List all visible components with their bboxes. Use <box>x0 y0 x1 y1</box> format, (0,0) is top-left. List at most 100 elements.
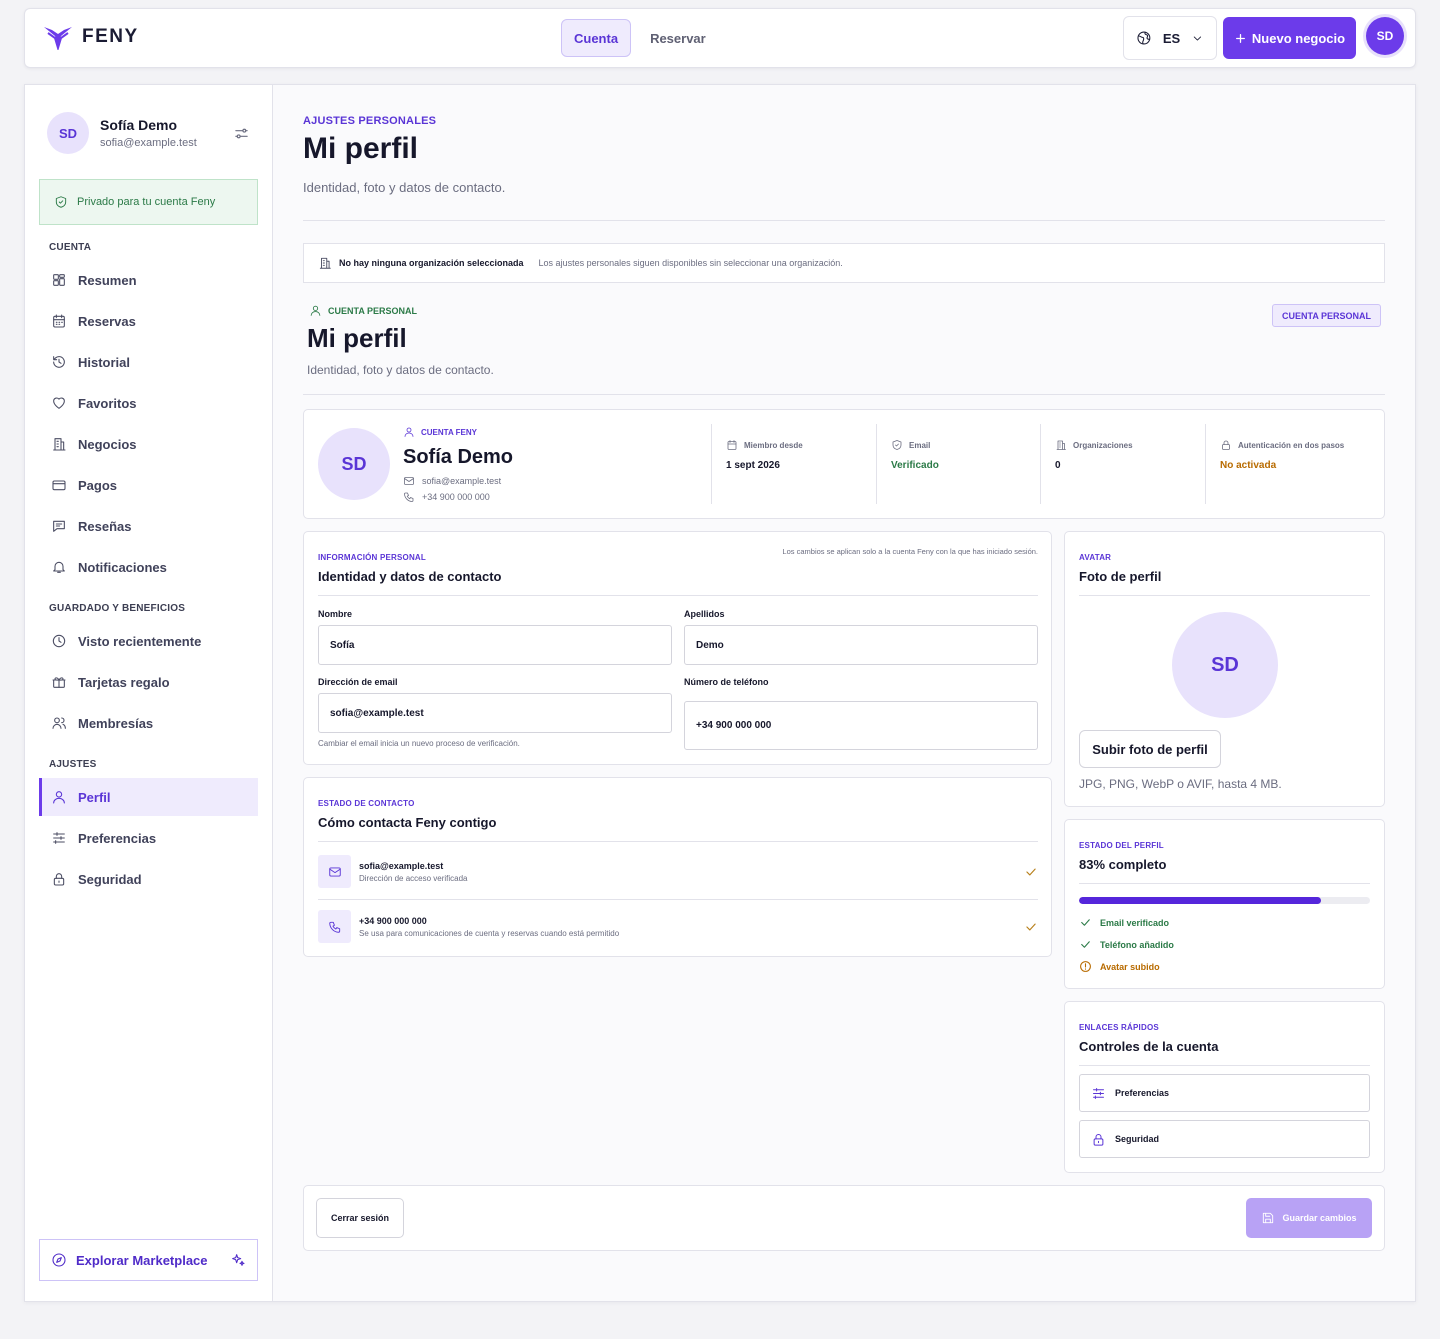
profile-email: sofia@example.test <box>422 476 502 486</box>
tab-reservar[interactable]: Reservar <box>637 19 719 57</box>
sidebar-item-label: Reseñas <box>78 518 132 534</box>
card-note: Los cambios se aplican solo a la cuenta … <box>782 547 1038 556</box>
shield-check-icon <box>892 440 902 450</box>
sidebar-item-pagos[interactable]: Pagos <box>39 466 258 504</box>
card-title: Identidad y datos de contacto <box>318 569 502 584</box>
calendar-icon <box>53 314 65 328</box>
sidebar-item-visto-recientemente[interactable]: Visto recientemente <box>39 622 258 660</box>
sidebar-item-perfil[interactable]: Perfil <box>39 778 258 816</box>
email-field[interactable]: sofia@example.test <box>318 693 672 733</box>
language-code: ES <box>1162 30 1181 46</box>
avatar: SD <box>47 112 89 154</box>
sliders-icon <box>53 832 65 844</box>
sidebar-item-resumen[interactable]: Resumen <box>39 261 258 299</box>
upload-photo-button[interactable]: Subir foto de perfil <box>1079 730 1221 768</box>
explore-marketplace-button[interactable]: Explorar Marketplace <box>39 1239 258 1281</box>
user-icon <box>53 791 65 804</box>
divider <box>303 394 1385 395</box>
sidebar-item-notificaciones[interactable]: Notificaciones <box>39 548 258 586</box>
sliders-icon <box>1093 1087 1104 1099</box>
page-eyebrow: AJUSTES PERSONALES <box>303 115 437 127</box>
alert-circle-icon <box>1080 961 1091 972</box>
main-content: AJUSTES PERSONALES Mi perfil Identidad, … <box>273 85 1415 1301</box>
save-button[interactable]: Guardar cambios <box>1246 1198 1372 1238</box>
brand-logo[interactable]: FENY <box>42 24 139 50</box>
logout-button[interactable]: Cerrar sesión <box>316 1198 404 1238</box>
explore-label: Explorar Marketplace <box>76 1252 208 1268</box>
progress-fill <box>1079 897 1321 904</box>
profile-phone-line: +34 900 000 000 <box>403 491 490 503</box>
sliders-icon[interactable] <box>233 125 250 142</box>
globe-icon <box>1137 31 1151 45</box>
sidebar-item-label: Historial <box>78 354 131 370</box>
building-icon <box>1056 440 1066 450</box>
building-icon <box>319 257 331 269</box>
checklist-item: Avatar subido <box>1079 960 1160 973</box>
upload-hint: JPG, PNG, WebP o AVIF, hasta 4 MB. <box>1079 777 1282 791</box>
sidebar-item-label: Pagos <box>78 477 118 493</box>
stat-member-since: Miembro desde 1 sept 2026 <box>711 424 803 504</box>
no-org-notice: No hay ninguna organización seleccionada… <box>303 243 1385 283</box>
brand-name: FENY <box>82 26 139 47</box>
contact-desc: Se usa para comunicaciones de cuenta y r… <box>359 928 620 938</box>
divider <box>318 595 1038 596</box>
quick-link-label: Preferencias <box>1115 1088 1170 1098</box>
user-avatar[interactable]: SD <box>1366 17 1404 55</box>
checklist-item: Teléfono añadido <box>1079 938 1174 951</box>
personal-account-eyebrow: CUENTA PERSONAL <box>309 304 417 317</box>
quick-links-card: ENLACES RÁPIDOS Controles de la cuenta P… <box>1064 1001 1385 1173</box>
bell-icon <box>53 561 65 573</box>
quick-link-preferencias[interactable]: Preferencias <box>1079 1074 1370 1112</box>
sidebar-item-preferencias[interactable]: Preferencias <box>39 819 258 857</box>
last-name-field[interactable]: Demo <box>684 625 1038 665</box>
card-eyebrow: ESTADO DEL PERFIL <box>1079 841 1164 850</box>
stat-label: Miembro desde <box>744 440 803 450</box>
stat-value: Verificado <box>891 460 939 471</box>
compass-icon <box>52 1253 66 1267</box>
sidebar-item-label: Seguridad <box>78 871 142 887</box>
sidebar-item-label: Membresías <box>78 715 154 731</box>
profile-progress-bar <box>1079 897 1370 904</box>
page-subtitle: Identidad, foto y datos de contacto. <box>303 180 506 195</box>
sidebar-item-favoritos[interactable]: Favoritos <box>39 384 258 422</box>
phone-label: Número de teléfono <box>684 677 769 687</box>
profile-email-line: sofia@example.test <box>403 475 501 487</box>
sidebar-item-tarjetas-regalo[interactable]: Tarjetas regalo <box>39 663 258 701</box>
sidebar-item-label: Reservas <box>78 313 136 329</box>
history-icon <box>53 356 65 368</box>
sidebar-item-negocios[interactable]: Negocios <box>39 425 258 463</box>
profile-eyebrow-text: CUENTA FENY <box>421 427 477 437</box>
sparkles-icon <box>232 1254 245 1266</box>
status-badge: CUENTA PERSONAL <box>1272 304 1381 327</box>
privacy-note-text: Privado para tu cuenta Feny <box>77 196 216 208</box>
section-cuenta: CUENTA <box>49 242 92 253</box>
sidebar-item-membresias[interactable]: Membresías <box>39 704 258 742</box>
sidebar-item-seguridad[interactable]: Seguridad <box>39 860 258 898</box>
section-subtitle: Identidad, foto y datos de contacto. <box>307 363 494 377</box>
contact-value: +34 900 000 000 <box>359 915 427 926</box>
stat-2fa: Autenticación en dos pasos No activada <box>1205 424 1344 504</box>
list-item: +34 900 000 000 Se usa para comunicacione… <box>318 910 1038 943</box>
first-name-field[interactable]: Sofía <box>318 625 672 665</box>
new-business-button[interactable]: Nuevo negocio <box>1223 17 1356 59</box>
tab-cuenta[interactable]: Cuenta <box>561 19 632 57</box>
shield-check-icon <box>55 196 67 208</box>
sidebar-item-resenas[interactable]: Reseñas <box>39 507 258 545</box>
checklist-label: Teléfono añadido <box>1100 939 1174 950</box>
email-label: Dirección de email <box>318 677 398 687</box>
personal-account-eyebrow-text: CUENTA PERSONAL <box>328 305 418 316</box>
sidebar-item-label: Favoritos <box>78 395 137 411</box>
sidebar-item-historial[interactable]: Historial <box>39 343 258 381</box>
users-icon <box>52 717 66 729</box>
save-label: Guardar cambios <box>1282 1213 1357 1223</box>
language-selector[interactable]: ES <box>1123 16 1217 60</box>
checklist-label: Email verificado <box>1100 917 1170 928</box>
sidebar-item-reservas[interactable]: Reservas <box>39 302 258 340</box>
card-title: Controles de la cuenta <box>1079 1039 1219 1054</box>
phone-field[interactable]: +34 900 000 000 <box>684 701 1038 750</box>
card-title: Foto de perfil <box>1079 569 1162 584</box>
profile-status-card: ESTADO DEL PERFIL 83% completo Email ver… <box>1064 819 1385 989</box>
phone-icon <box>404 492 414 502</box>
quick-link-seguridad[interactable]: Seguridad <box>1079 1120 1370 1158</box>
no-org-text: Los ajustes personales siguen disponible… <box>538 258 843 268</box>
